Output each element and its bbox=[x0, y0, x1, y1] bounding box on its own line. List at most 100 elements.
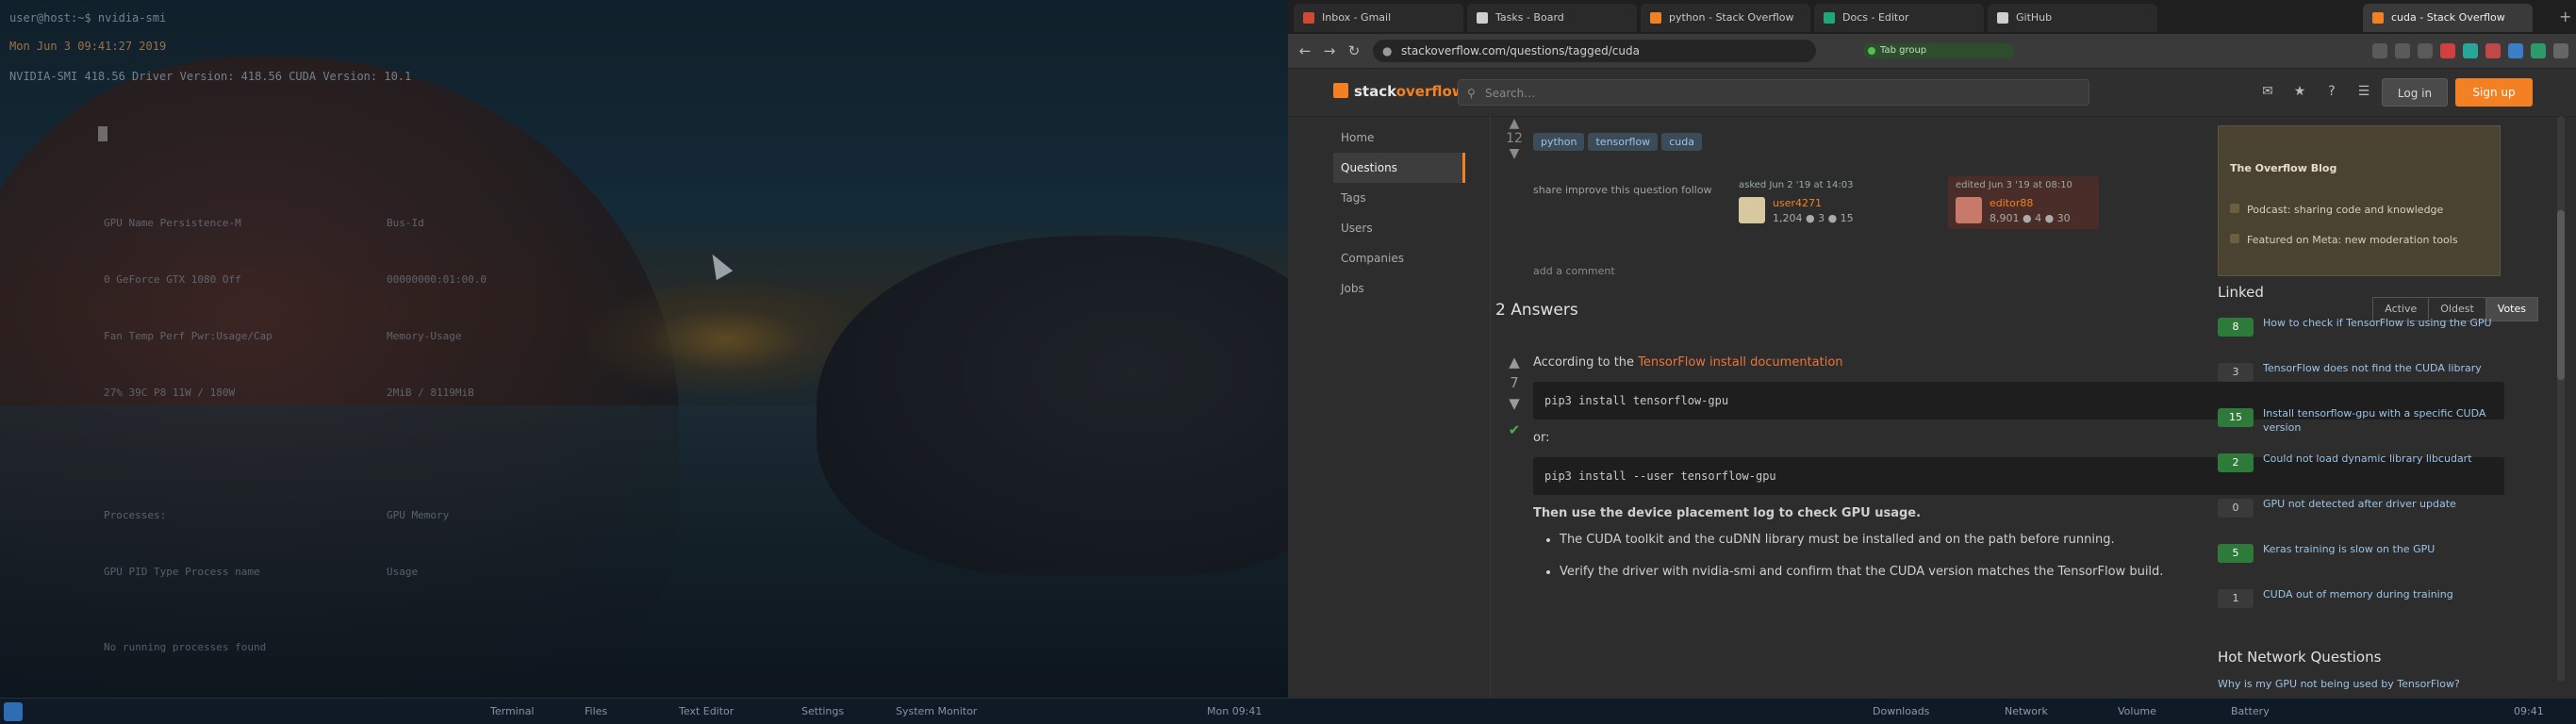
linked-question[interactable]: 8 How to check if TensorFlow is using the… bbox=[2218, 314, 2501, 359]
browser-tab[interactable]: Tasks - Board bbox=[1467, 4, 1637, 32]
question-tags: python tensorflow cuda bbox=[1533, 131, 1706, 151]
linked-question-title[interactable]: TensorFlow does not find the CUDA librar… bbox=[2263, 361, 2499, 375]
login-button[interactable]: Log in bbox=[2382, 78, 2448, 107]
logo-icon bbox=[1333, 83, 1348, 98]
taskbar-item[interactable]: Volume bbox=[2118, 705, 2156, 717]
forward-icon[interactable]: → bbox=[1320, 41, 1339, 60]
tab-favicon bbox=[1303, 12, 1314, 24]
achievements-icon[interactable]: ★ bbox=[2291, 84, 2308, 101]
app-menu-icon[interactable] bbox=[4, 702, 23, 721]
answers-count: 2 Answers bbox=[1495, 301, 1578, 320]
taskbar-item[interactable]: Settings bbox=[801, 705, 844, 717]
vote-badge: 15 bbox=[2218, 408, 2254, 427]
extension-icon[interactable] bbox=[2531, 43, 2546, 58]
edited-timestamp: edited Jun 3 '19 at 08:10 bbox=[1956, 180, 2072, 190]
browser-tab[interactable]: Inbox - Gmail bbox=[1294, 4, 1463, 32]
user-reputation: 1,204 ● 3 ● 15 bbox=[1773, 212, 1854, 224]
downvote-icon[interactable]: ▼ bbox=[1495, 393, 1533, 414]
answer-vote-column: ▲ 7 ▼ ✔ bbox=[1495, 352, 1533, 440]
hot-network-question[interactable]: Why is my GPU not being used by TensorFl… bbox=[2218, 678, 2460, 690]
taskbar-item[interactable]: Downloads bbox=[1873, 705, 1929, 717]
address-bar[interactable]: ● stackoverflow.com/questions/tagged/cuda bbox=[1373, 40, 1816, 62]
tab-favicon bbox=[1997, 12, 2008, 24]
tag-link[interactable]: python bbox=[1533, 133, 1585, 151]
page-scrollbar[interactable] bbox=[2557, 116, 2565, 682]
nav-item-home[interactable]: Home bbox=[1333, 123, 1465, 153]
linked-question-title[interactable]: Keras training is slow on the GPU bbox=[2263, 542, 2499, 556]
extension-icon[interactable] bbox=[2372, 43, 2387, 58]
left-desktop: user@host:~$ nvidia-smi Mon Jun 3 09:41:… bbox=[0, 0, 1288, 724]
tab-group-pill[interactable]: Tab group bbox=[1863, 43, 2014, 58]
scrollbar-thumb[interactable] bbox=[2557, 210, 2565, 380]
terminal-window[interactable]: user@host:~$ nvidia-smi Mon Jun 3 09:41:… bbox=[0, 0, 1288, 698]
add-comment-link[interactable]: add a comment bbox=[1533, 265, 1615, 277]
linked-question-title[interactable]: CUDA out of memory during training bbox=[2263, 587, 2499, 601]
linked-question[interactable]: 2 Could not load dynamic library libcudar… bbox=[2218, 450, 2501, 495]
avatar[interactable] bbox=[1739, 197, 1765, 223]
linked-question[interactable]: 5 Keras training is slow on the GPU bbox=[2218, 540, 2501, 585]
blog-item[interactable]: Featured on Meta: new moderation tools bbox=[2230, 234, 2485, 246]
downvote-icon[interactable]: ▼ bbox=[1495, 146, 1533, 161]
upvote-icon[interactable]: ▲ bbox=[1495, 116, 1533, 131]
browser-tab[interactable]: Docs - Editor bbox=[1814, 4, 1984, 32]
signup-button[interactable]: Sign up bbox=[2455, 78, 2533, 107]
answer-score: 7 bbox=[1510, 374, 1519, 391]
linked-question[interactable]: 3 TensorFlow does not find the CUDA libra… bbox=[2218, 359, 2501, 404]
site-switcher-icon[interactable]: ☰ bbox=[2355, 84, 2372, 101]
tab-favicon bbox=[2372, 12, 2384, 24]
nav-item-tags[interactable]: Tags bbox=[1333, 183, 1465, 213]
linked-question-title[interactable]: Install tensorflow-gpu with a specific C… bbox=[2263, 406, 2499, 435]
extension-icon[interactable] bbox=[2463, 43, 2478, 58]
nav-item-companies[interactable]: Companies bbox=[1333, 243, 1465, 273]
nav-item-questions[interactable]: Questions bbox=[1333, 153, 1465, 183]
browser-tab-active[interactable]: cuda - Stack Overflow bbox=[2363, 4, 2533, 32]
extension-icon[interactable] bbox=[2395, 43, 2410, 58]
edited-usercard: edited Jun 3 '19 at 08:10 editor88 8,901… bbox=[1948, 176, 2099, 229]
tag-link[interactable]: tensorflow bbox=[1588, 133, 1659, 151]
tab-favicon bbox=[1824, 12, 1835, 24]
extension-icon[interactable] bbox=[2485, 43, 2501, 58]
extension-icon[interactable] bbox=[2508, 43, 2523, 58]
browser-tab[interactable]: python - Stack Overflow bbox=[1641, 4, 1810, 32]
browser-tab[interactable]: GitHub bbox=[1988, 4, 2157, 32]
reload-icon[interactable]: ↻ bbox=[1345, 41, 1363, 60]
site-header: stackoverflow ⚲ Search… ✉ ★ ? ☰ Log in Si… bbox=[1288, 69, 2576, 117]
new-tab-icon[interactable]: + bbox=[2559, 8, 2571, 25]
linked-question-title[interactable]: How to check if TensorFlow is using the … bbox=[2263, 316, 2499, 330]
back-icon[interactable]: ← bbox=[1296, 41, 1314, 60]
taskbar-item[interactable]: Terminal bbox=[490, 705, 535, 717]
right-taskbar: Downloads Network Volume Battery 09:41 bbox=[1288, 698, 2576, 724]
extension-icon[interactable] bbox=[2440, 43, 2455, 58]
inbox-icon[interactable]: ✉ bbox=[2259, 84, 2276, 101]
help-icon[interactable]: ? bbox=[2323, 84, 2340, 101]
terminal-table-row: Processes: GPU Memory bbox=[104, 509, 450, 521]
site-search-input[interactable]: ⚲ Search… bbox=[1458, 79, 2089, 106]
taskbar-clock[interactable]: 09:41 bbox=[2514, 705, 2544, 717]
nav-item-users[interactable]: Users bbox=[1333, 213, 1465, 243]
taskbar-item[interactable]: System Monitor bbox=[896, 705, 977, 717]
tag-link[interactable]: cuda bbox=[1661, 133, 1702, 151]
question-share-links[interactable]: share improve this question follow bbox=[1533, 184, 1712, 196]
linked-question-title[interactable]: GPU not detected after driver update bbox=[2263, 497, 2499, 511]
user-name-link[interactable]: editor88 bbox=[1990, 197, 2033, 209]
answer-link[interactable]: TensorFlow install documentation bbox=[1638, 355, 1842, 370]
extension-icon[interactable] bbox=[2418, 43, 2433, 58]
linked-question[interactable]: 15 Install tensorflow-gpu with a specific… bbox=[2218, 404, 2501, 450]
taskbar-item[interactable]: Text Editor bbox=[679, 705, 734, 717]
linked-question-title[interactable]: Could not load dynamic library libcudart bbox=[2263, 452, 2499, 466]
nav-item-jobs[interactable]: Jobs bbox=[1333, 273, 1465, 304]
taskbar-item[interactable]: Network bbox=[2005, 705, 2048, 717]
linked-question[interactable]: 1 CUDA out of memory during training bbox=[2218, 585, 2501, 631]
linked-question[interactable]: 0 GPU not detected after driver update bbox=[2218, 495, 2501, 540]
site-logo[interactable]: stackoverflow bbox=[1333, 83, 1465, 100]
upvote-icon[interactable]: ▲ bbox=[1495, 352, 1533, 372]
user-name-link[interactable]: user4271 bbox=[1773, 197, 1822, 209]
hot-network-heading: Hot Network Questions bbox=[2218, 649, 2382, 666]
avatar[interactable] bbox=[1956, 197, 1982, 223]
terminal-table-row: Fan Temp Perf Pwr:Usage/Cap Memory-Usage bbox=[104, 330, 462, 342]
blog-item[interactable]: Podcast: sharing code and knowledge bbox=[2230, 204, 2485, 216]
taskbar-item[interactable]: Battery bbox=[2231, 705, 2270, 717]
taskbar-clock[interactable]: Mon 09:41 bbox=[1207, 705, 1262, 717]
taskbar-item[interactable]: Files bbox=[585, 705, 607, 717]
menu-icon[interactable] bbox=[2553, 43, 2568, 58]
